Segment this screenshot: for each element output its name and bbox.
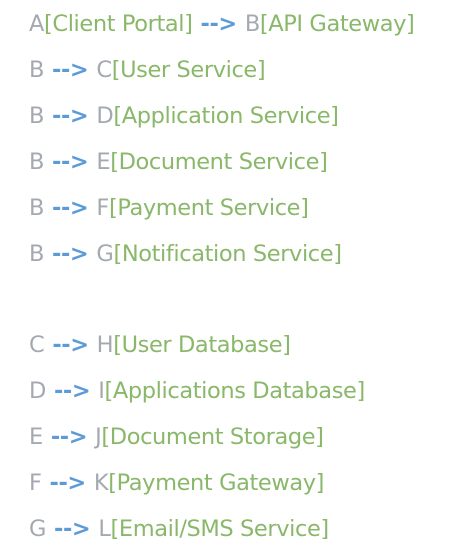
source-node-id: C xyxy=(29,332,45,358)
code-line-3: B --> D[Application Service] xyxy=(29,93,414,139)
edge-arrow: --> xyxy=(52,149,89,175)
edge-arrow: --> xyxy=(50,424,88,450)
code-line-10: E --> J[Document Storage] xyxy=(29,414,414,460)
edge-arrow: --> xyxy=(52,195,89,221)
target-node-label: [Payment Gateway] xyxy=(108,470,325,496)
target-node-id: G xyxy=(96,241,114,267)
target-node-id: B xyxy=(244,11,260,37)
code-line-4: B --> E[Document Service] xyxy=(29,139,414,185)
source-node-id: B xyxy=(29,149,45,175)
target-node-label: [Payment Service] xyxy=(108,195,309,221)
edge-arrow: --> xyxy=(53,378,91,404)
mermaid-code-block: A[Client Portal] --> B[API Gateway] B --> C[… xyxy=(29,1,415,552)
code-line-5: B --> F[Payment Service] xyxy=(29,185,414,231)
target-node-id: K xyxy=(93,470,109,496)
source-node-id: E xyxy=(29,424,43,450)
target-node-label: [Email/SMS Service] xyxy=(110,516,330,542)
target-node-label: [Document Storage] xyxy=(101,424,324,450)
code-line-11: F --> K[Payment Gateway] xyxy=(29,460,414,506)
source-node-id: B xyxy=(29,241,45,267)
target-node-id: C xyxy=(96,57,112,83)
code-line-12: G --> L[Email/SMS Service] xyxy=(29,506,414,552)
target-node-id: E xyxy=(96,149,111,175)
source-node-id: B xyxy=(29,57,45,83)
edge-arrow: --> xyxy=(52,241,89,267)
edge-arrow: --> xyxy=(52,57,89,83)
source-node-id: B xyxy=(29,103,45,129)
target-node-id: D xyxy=(96,103,114,129)
target-node-id: H xyxy=(96,332,114,358)
source-node-id: G xyxy=(29,516,47,542)
code-line-1: A[Client Portal] --> B[API Gateway] xyxy=(29,1,415,47)
code-line-6: B --> G[Notification Service] xyxy=(29,231,414,277)
edge-arrow: --> xyxy=(52,103,89,129)
target-node-id: L xyxy=(98,516,111,542)
source-node-id: F xyxy=(29,470,42,496)
edge-arrow: --> xyxy=(200,11,238,37)
code-line-2: B --> C[User Service] xyxy=(29,47,414,93)
target-node-label: [Notification Service] xyxy=(113,241,342,267)
target-node-label: [Applications Database] xyxy=(104,378,366,404)
edge-arrow: --> xyxy=(54,516,91,542)
code-line-8: C --> H[User Database] xyxy=(29,322,414,368)
source-node-label: [Client Portal] xyxy=(44,11,193,37)
source-node-id: A xyxy=(29,11,44,37)
target-node-label: [User Service] xyxy=(111,57,266,83)
target-node-label: [Document Service] xyxy=(110,149,328,175)
target-node-id: F xyxy=(96,195,109,221)
source-node-id: B xyxy=(29,195,45,221)
source-node-id: D xyxy=(29,378,46,404)
target-node-label: [API Gateway] xyxy=(259,11,415,37)
edge-arrow: --> xyxy=(52,332,89,358)
edge-arrow: --> xyxy=(49,470,87,496)
code-line-9: D --> I[Applications Database] xyxy=(29,368,414,414)
target-node-label: [User Database] xyxy=(113,332,291,358)
target-node-label: [Application Service] xyxy=(113,103,339,129)
